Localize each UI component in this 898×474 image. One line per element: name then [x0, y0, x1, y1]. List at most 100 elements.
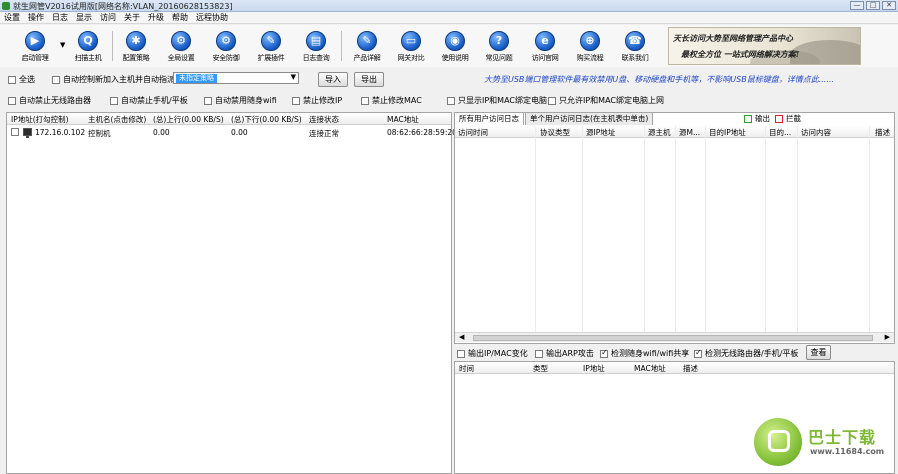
option-ip-mac-change[interactable]: 输出IP/MAC变化: [457, 348, 528, 359]
auto-control-checkbox[interactable]: 自动控制新加入主机并自动指派: [52, 74, 175, 85]
import-button[interactable]: 导入: [318, 72, 348, 87]
row-status: 连接正常: [309, 129, 339, 138]
col-protocol[interactable]: 协议类型: [540, 127, 570, 138]
col-upload[interactable]: (总)上行(0.00 KB/S): [153, 114, 224, 125]
option-no-change-mac[interactable]: 禁止修改MAC: [361, 95, 422, 106]
col-description[interactable]: 描述: [683, 363, 698, 374]
tab-all-users-log[interactable]: 所有用户访问日志: [454, 112, 524, 125]
compare-icon: ▭: [401, 31, 421, 51]
col-dst-ip[interactable]: 目的IP地址: [709, 127, 746, 138]
tab-single-user-log[interactable]: 单个用户访问日志(在主机表中单击): [525, 112, 654, 125]
chevron-down-icon[interactable]: ▼: [291, 73, 296, 81]
dropdown-arrow-icon[interactable]: ▼: [60, 41, 65, 49]
export-button[interactable]: 导出: [354, 72, 384, 87]
option-arp-attack[interactable]: 输出ARP攻击: [535, 348, 594, 359]
settings-icon: ⚙: [171, 31, 191, 51]
col-ip-address[interactable]: IP地址: [583, 363, 605, 374]
question-icon: ?: [489, 31, 509, 51]
option-no-change-ip[interactable]: 禁止修改IP: [292, 95, 342, 106]
menu-access[interactable]: 访问: [96, 12, 120, 23]
option-no-portable-wifi[interactable]: 自动禁用随身wifi: [204, 95, 277, 106]
view-button[interactable]: 查看: [806, 345, 831, 360]
window-title: 就生网管V2016试用版[网络名称:VLAN_20160628153823]: [13, 2, 233, 11]
search-icon: Q: [78, 31, 98, 51]
globe-icon: e: [535, 31, 555, 51]
option-detect-portable-wifi[interactable]: 检测随身wifi/wifi共享: [600, 348, 689, 359]
banner-line-2: 最权全方位 一站式网络解决方案!: [681, 49, 800, 59]
checkbox-box[interactable]: [52, 75, 60, 84]
col-src-mac[interactable]: 源M...: [679, 127, 700, 138]
col-mac[interactable]: MAC地址: [387, 114, 419, 125]
log-tabs: 所有用户访问日志 单个用户访问日志(在主机表中单击): [454, 112, 654, 125]
menu-log[interactable]: 日志: [48, 12, 72, 23]
row-download: 0.00: [231, 128, 248, 137]
select-all-checkbox[interactable]: 全选: [8, 74, 35, 85]
horizontal-scrollbar[interactable]: ◀ ▶: [455, 332, 894, 342]
contact-us-button[interactable]: ☎ 联系我们: [614, 27, 656, 65]
log-query-button[interactable]: ▤ 日志查询: [295, 27, 337, 65]
col-dst[interactable]: 目的...: [769, 127, 791, 138]
col-ip[interactable]: IP地址(打勾控制): [11, 114, 69, 125]
col-src-host[interactable]: 源主机: [648, 127, 671, 138]
row-mac: 08:62:66:28:59:20: [387, 128, 457, 137]
table-row[interactable]: 172.16.0.102 控制机 0.00 0.00 连接正常 08:62:66…: [7, 127, 457, 139]
security-defense-button[interactable]: ⚙ 安全防御: [205, 27, 247, 65]
config-policy-button[interactable]: ✱ 配置策略: [115, 27, 157, 65]
usb-notice-link[interactable]: 大势至USB端口管理软件最有效禁用U盘、移动硬盘和手机等，不影响USB鼠标键盘，…: [484, 74, 834, 85]
scan-host-button[interactable]: Q 扫描主机: [67, 27, 109, 65]
gateway-compare-button[interactable]: ▭ 网关对比: [390, 27, 432, 65]
site-watermark: 巴士下载 www.11684.com: [752, 416, 892, 470]
col-status[interactable]: 连接状态: [309, 114, 339, 125]
extension-plugin-button[interactable]: ✎ 扩展插件: [250, 27, 292, 65]
col-desc[interactable]: 描述: [875, 127, 890, 138]
col-hostname[interactable]: 主机名(点击修改): [88, 114, 146, 125]
row-checkbox[interactable]: [11, 128, 19, 136]
instructions-button[interactable]: ◉ 使用说明: [434, 27, 476, 65]
minimize-button[interactable]: —: [850, 1, 864, 10]
promo-banner[interactable]: 天长访问大势至网络管理产品中心 最权全方位 一站式网络解决方案!: [668, 27, 861, 65]
option-detect-router-phone[interactable]: 检测无线路由器/手机/平板: [694, 348, 798, 359]
menu-settings[interactable]: 设置: [0, 12, 24, 23]
watermark-brand: 巴士下载: [808, 428, 877, 447]
official-site-button[interactable]: e 访问官网: [524, 27, 566, 65]
red-swatch: [775, 114, 783, 123]
option-no-wireless-router[interactable]: 自动禁止无线路由器: [8, 95, 91, 106]
host-table: IP地址(打勾控制) 主机名(点击修改) (总)上行(0.00 KB/S) (总…: [6, 112, 457, 474]
row-hostname[interactable]: 控制机: [88, 128, 111, 139]
purchase-flow-button[interactable]: ⊕ 购买流程: [569, 27, 611, 65]
scroll-thumb[interactable]: [473, 335, 873, 341]
menu-display[interactable]: 显示: [72, 12, 96, 23]
col-content[interactable]: 访问内容: [801, 127, 831, 138]
checkbox-box[interactable]: [8, 75, 16, 84]
maximize-button[interactable]: □: [866, 1, 880, 10]
menu-remote[interactable]: 远程协助: [192, 12, 232, 23]
col-access-time[interactable]: 访问时间: [458, 127, 488, 138]
col-src-ip[interactable]: 源IP地址: [586, 127, 615, 138]
close-button[interactable]: ✕: [882, 1, 896, 10]
global-settings-button[interactable]: ⚙ 全局设置: [160, 27, 202, 65]
menu-about[interactable]: 关于: [120, 12, 144, 23]
policy-select[interactable]: 未指定策略 ▼: [173, 72, 299, 84]
scroll-right-icon[interactable]: ▶: [885, 333, 890, 341]
option-no-phone-tablet[interactable]: 自动禁止手机/平板: [110, 95, 188, 106]
col-type[interactable]: 类型: [533, 363, 548, 374]
faq-button[interactable]: ? 常见问题: [478, 27, 520, 65]
row-upload: 0.00: [153, 128, 170, 137]
menu-operate[interactable]: 操作: [24, 12, 48, 23]
option-allow-bound-only[interactable]: 只允许IP和MAC绑定电脑上网: [548, 95, 664, 106]
product-details-button[interactable]: ✎ 产品详解: [346, 27, 388, 65]
menu-help[interactable]: 帮助: [168, 12, 192, 23]
col-mac-address[interactable]: MAC地址: [634, 363, 666, 374]
log-icon: ▤: [306, 31, 326, 51]
legend-output: 输出: [744, 113, 770, 124]
scroll-left-icon[interactable]: ◀: [459, 333, 464, 341]
menu-upgrade[interactable]: 升级: [144, 12, 168, 23]
option-show-bound-only[interactable]: 只显示IP和MAC绑定电脑: [447, 95, 547, 106]
help-icon: ◉: [445, 31, 465, 51]
col-download[interactable]: (总)下行(0.00 KB/S): [231, 114, 302, 125]
tv-logo-icon: [752, 416, 804, 468]
col-time[interactable]: 时间: [459, 363, 474, 374]
toolbar-separator: [112, 31, 113, 61]
pencil-icon: ✎: [357, 31, 377, 51]
start-manage-button[interactable]: ▶ 启动管理: [14, 27, 56, 65]
